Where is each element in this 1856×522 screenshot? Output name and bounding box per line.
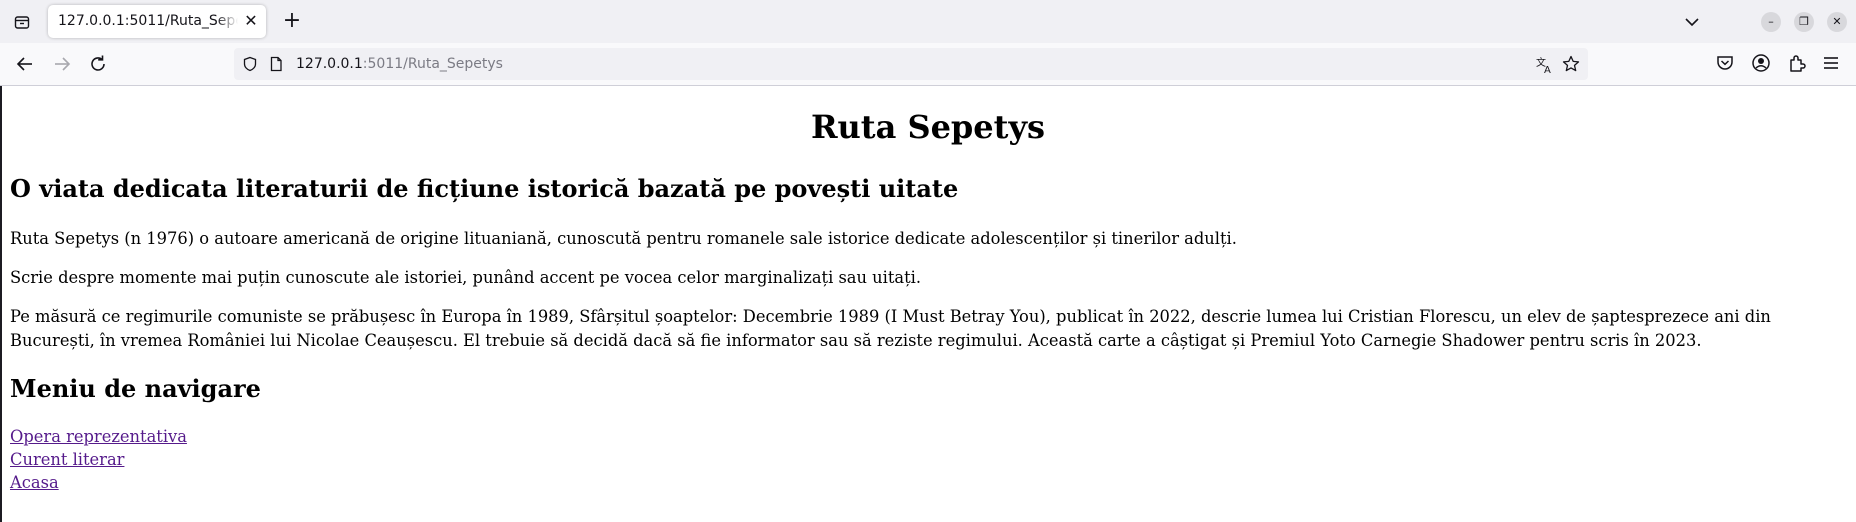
nav-link-curent[interactable]: Curent literar <box>10 450 124 469</box>
extensions-icon[interactable] <box>1786 52 1808 74</box>
navigation-toolbar: 127.0.0.1:5011/Ruta_Sepetys 文A <box>0 43 1856 86</box>
translate-icon[interactable]: 文A <box>1536 56 1552 76</box>
address-bar[interactable]: 127.0.0.1:5011/Ruta_Sepetys 文A <box>234 48 1588 80</box>
page-subtitle: O viata dedicata literaturii de ficțiune… <box>10 174 959 203</box>
bookmark-star-icon[interactable] <box>1562 55 1580 72</box>
svg-text:A: A <box>1544 65 1551 74</box>
new-tab-icon[interactable]: + <box>280 10 304 34</box>
close-tab-icon[interactable]: ✕ <box>242 12 260 30</box>
paragraph-themes: Scrie despre momente mai puțin cunoscute… <box>10 268 922 287</box>
tab-list-icon[interactable] <box>10 10 34 34</box>
paragraph-intro: Ruta Sepetys (n 1976) o autoare american… <box>10 229 1237 248</box>
forward-icon[interactable] <box>50 52 74 76</box>
page-title: Ruta Sepetys <box>810 108 1046 146</box>
chevron-down-icon[interactable] <box>1680 10 1704 34</box>
nav-link-acasa[interactable]: Acasa <box>10 473 59 492</box>
page-info-icon[interactable] <box>268 56 284 72</box>
reload-icon[interactable] <box>86 52 110 76</box>
restore-icon[interactable]: ❐ <box>1794 12 1814 32</box>
menu-icon[interactable] <box>1820 52 1842 74</box>
nav-link-opera[interactable]: Opera reprezentativa <box>10 427 187 446</box>
url-path: :5011/Ruta_Sepetys <box>362 56 503 72</box>
paragraph-book: Pe măsură ce regimurile comuniste se pră… <box>10 307 1771 350</box>
url-text[interactable]: 127.0.0.1:5011/Ruta_Sepetys <box>296 56 503 72</box>
account-icon[interactable] <box>1750 52 1772 74</box>
page-content: Ruta Sepetys O viata dedicata literaturi… <box>0 86 1856 522</box>
tab-title: 127.0.0.1:5011/Ruta_Sepetys <box>58 13 238 29</box>
active-tab[interactable]: 127.0.0.1:5011/Ruta_Sepetys ✕ <box>48 5 266 38</box>
pocket-icon[interactable] <box>1714 52 1736 74</box>
nav-heading: Meniu de navigare <box>10 374 261 403</box>
tab-bar: 127.0.0.1:5011/Ruta_Sepetys ✕ + – ❐ ✕ <box>0 0 1856 43</box>
minimize-icon[interactable]: – <box>1761 12 1781 32</box>
shield-icon[interactable] <box>242 56 258 72</box>
back-icon[interactable] <box>13 52 37 76</box>
close-window-icon[interactable]: ✕ <box>1827 12 1847 32</box>
url-host: 127.0.0.1 <box>296 56 363 72</box>
